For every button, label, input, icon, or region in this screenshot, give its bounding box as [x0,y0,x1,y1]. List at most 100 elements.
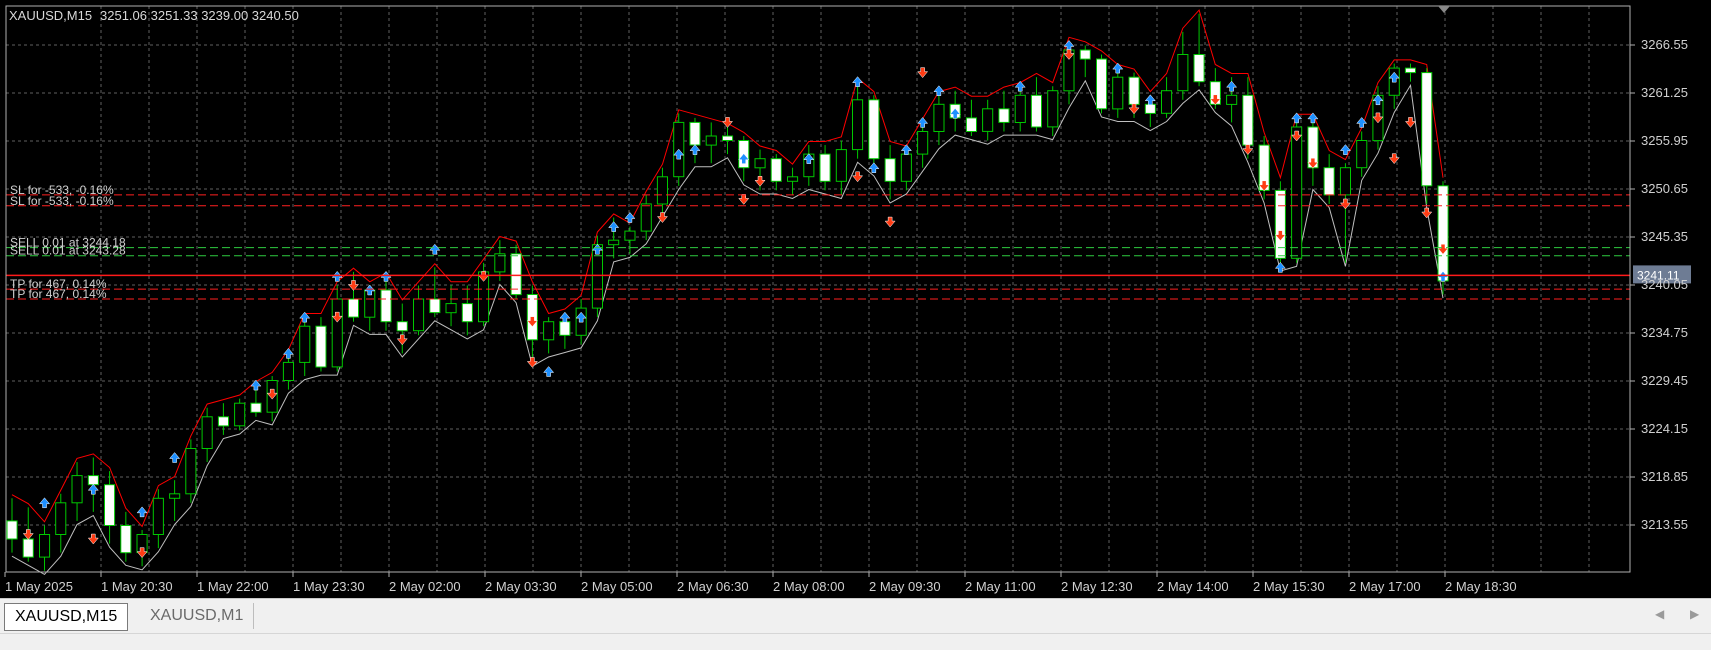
candle-bear [1242,94,1254,146]
buy-arrow-icon [543,366,555,377]
sell-arrow-icon [22,529,34,540]
sell-arrow-icon [396,334,408,346]
y-tick-label: 3240.05 [1641,277,1688,292]
candle-bear [250,402,262,413]
candle-bear [1421,72,1433,187]
buy-arrow-icon [38,497,51,509]
candle-bull [39,534,51,558]
candle-bear [1144,103,1156,114]
sell-arrow-icon [884,216,896,228]
chart-tab-bar: XAUUSD,M15 XAUUSD,M1 ◀ ▶ [0,598,1711,633]
candle-bear [1323,167,1335,196]
x-tick-label: 2 May 11:00 [965,579,1036,594]
buy-arrow-icon [933,85,945,96]
candle-bull [445,303,457,314]
sell-arrow-icon [754,176,766,187]
candle-bear [1128,76,1140,105]
x-tick-label: 2 May 17:00 [1349,579,1421,594]
candle-bull [705,135,717,146]
candle-bull [787,176,799,182]
tab-xauusd-m15[interactable]: XAUUSD,M15 [4,603,129,631]
scroll-right-icon[interactable]: ▶ [1690,607,1699,621]
sell-arrow-icon [1421,207,1433,219]
x-tick-label: 2 May 14:00 [1157,579,1229,594]
candle-bear [965,117,978,133]
candle-bull [917,131,929,155]
buy-arrow-icon [900,144,912,155]
candle-bear [559,321,571,336]
sell-arrow-icon [852,171,864,183]
candle-bull [152,497,164,535]
candle-bull [1112,76,1124,110]
candle-bear [315,325,327,368]
candle-bear [6,520,18,540]
x-tick-label: 2 May 06:30 [677,579,749,594]
candle-bull [201,416,213,449]
symbol-label: XAUUSD,M15 [9,8,92,23]
sell-arrow-icon [738,194,750,205]
candle-bull [55,502,67,535]
candle-bull [624,230,636,241]
buy-arrow-icon [1014,80,1026,92]
candlestick-chart[interactable]: SL for -533, -0.16%SL for -533, -0.16%SE… [0,0,1711,598]
candle-bull [656,176,669,205]
candle-bear [1030,94,1043,128]
x-tick-label: 1 May 20:30 [101,579,173,594]
y-tick-label: 3250.65 [1641,181,1688,196]
buy-arrow-icon [1274,261,1286,273]
candle-bull [185,448,197,495]
candle-bear [1404,67,1417,74]
buy-arrow-icon [917,117,929,128]
sell-arrow-icon [1242,144,1254,155]
candle-bear [884,158,896,182]
buy-arrow-icon [868,162,880,173]
upper-band-line [11,9,1444,528]
candle-bull [835,149,847,182]
buy-arrow-icon [250,379,262,391]
candle-bull [982,108,994,132]
sell-arrow-icon [1128,103,1140,115]
x-tick-label: 2 May 08:00 [773,579,845,594]
candle-bull [299,325,311,363]
y-tick-label: 3261.25 [1641,85,1688,100]
sell-arrow-icon [656,212,668,223]
x-tick-label: 2 May 09:30 [869,579,941,594]
y-tick-label: 3218.85 [1641,469,1688,484]
sell-arrow-icon [1388,153,1400,165]
candle-bear [1193,54,1205,83]
sell-arrow-icon [721,117,734,128]
candle-bull [1014,94,1026,124]
candle-bear [461,303,473,323]
candle-bear [1274,189,1286,259]
candle-bull [608,239,620,246]
candle-bear [396,321,408,332]
chart-area[interactable]: SL for -533, -0.16% SL for -533, -0.16% SE… [0,0,1711,598]
sell-arrow-icon [917,67,929,79]
candle-bear [217,416,229,427]
buy-arrow-icon [380,271,392,282]
tab-xauusd-m1[interactable]: XAUUSD,M1 [140,603,255,629]
candle-bull [900,153,912,182]
x-tick-label: 2 May 02:00 [389,579,461,594]
candle-bull [331,298,343,368]
y-tick-label: 3234.75 [1641,325,1688,340]
candle-bull [754,158,766,169]
sell-arrow-icon [87,533,99,545]
candle-bear [1437,185,1449,282]
candle-bear [510,253,522,296]
buy-arrow-icon [1063,40,1075,51]
x-tick-label: 2 May 18:30 [1445,579,1517,594]
sell-arrow-icon [1404,117,1417,128]
buy-arrow-icon [1112,62,1124,74]
candle-bear [22,538,34,558]
candle-bear [380,289,392,323]
candle-bull [543,321,555,341]
x-tick-label: 1 May 2025 [5,579,73,594]
y-tick-label: 3255.95 [1641,133,1688,148]
trade-level-label: SL for -533, -0.16% [10,194,114,208]
candle-bear [722,135,734,141]
candle-bear [1079,49,1091,60]
status-bar [0,633,1711,650]
scroll-left-icon[interactable]: ◀ [1655,607,1664,621]
buy-arrow-icon [1144,94,1156,106]
